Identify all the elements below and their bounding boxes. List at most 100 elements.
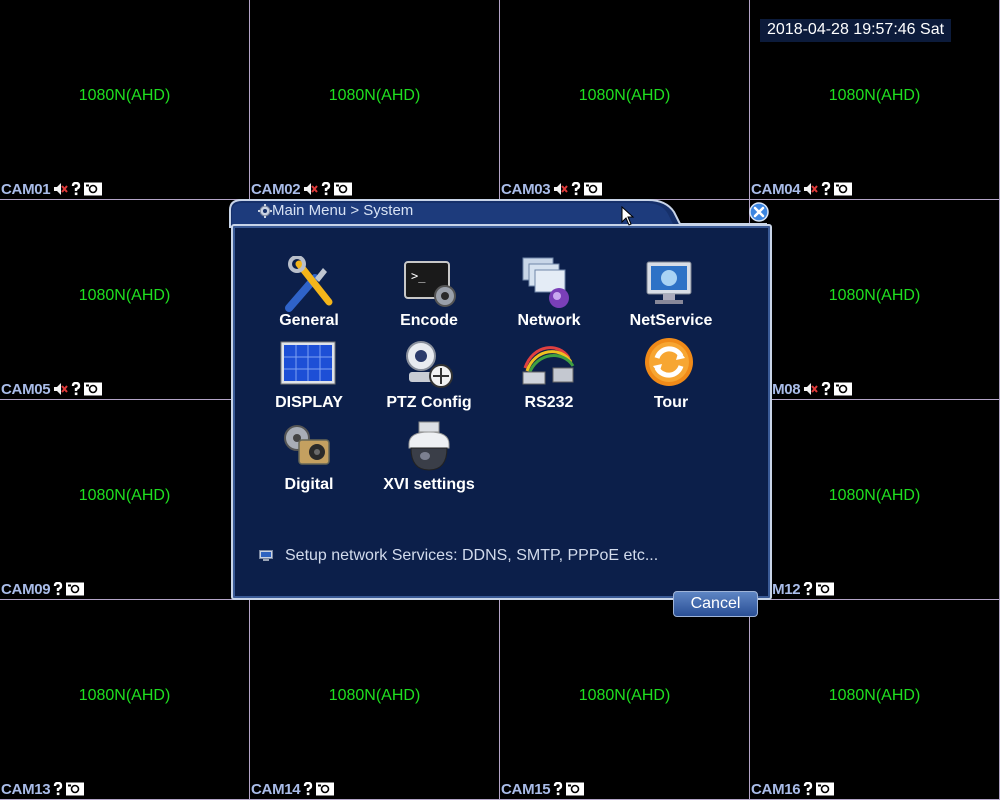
camera-icon	[566, 782, 585, 796]
hint-text: Setup network Services: DDNS, SMTP, PPPo…	[285, 547, 659, 564]
camera-label: CAM04	[751, 180, 853, 198]
menu-item-network[interactable]: Network	[489, 256, 609, 336]
ptz-camera-icon	[406, 341, 453, 388]
resolution-label: 1080N(AHD)	[78, 687, 171, 704]
camera-icon	[84, 182, 103, 196]
menu-item-label: PTZ Config	[386, 394, 472, 411]
camera-name: CAM13	[1, 780, 51, 798]
question-icon	[572, 182, 581, 196]
camera-icon	[834, 382, 853, 396]
menu-item-encode[interactable]: >_ Encode	[369, 256, 489, 336]
menu-item-label: RS232	[524, 394, 574, 411]
close-icon[interactable]	[749, 202, 769, 222]
camera-label: CAM01	[1, 180, 103, 198]
datetime-display: 2018-04-28 19:57:46 Sat	[760, 19, 952, 42]
camera-icon	[66, 782, 85, 796]
menu-item-tour[interactable]: Tour	[611, 338, 731, 418]
camera-label: CAM16	[751, 780, 835, 798]
monitor-icon	[259, 550, 273, 561]
camera-tile[interactable]: 1080N(AHD) CAM02	[250, 0, 500, 200]
menu-item-label: DISPLAY	[275, 394, 343, 411]
netservice-icon	[646, 261, 692, 304]
dialog-title: Main Menu > System	[272, 202, 414, 219]
resolution-label: 1080N(AHD)	[78, 287, 171, 304]
speaker-muted-icon	[304, 183, 319, 195]
encode-icon: >_	[404, 261, 456, 307]
camera-icon	[816, 582, 835, 596]
display-icon	[280, 341, 336, 385]
camera-tile[interactable]: 1080N(AHD) CAM15	[500, 600, 750, 800]
camera-icon	[66, 582, 85, 596]
cable-icon	[522, 346, 575, 385]
resolution-label: 1080N(AHD)	[578, 687, 671, 704]
dialog-body: General >_ Encode Network NetService DIS…	[231, 224, 772, 617]
menu-item-label: General	[279, 312, 339, 329]
menu-item-label: NetService	[629, 312, 713, 329]
resolution-label: 1080N(AHD)	[828, 687, 921, 704]
camera-icon	[84, 382, 103, 396]
digital-camera-icon	[284, 425, 330, 465]
question-icon	[304, 782, 313, 796]
dome-camera-icon	[408, 421, 450, 471]
gear-icon	[258, 204, 272, 218]
camera-label: CAM15	[501, 780, 585, 798]
camera-tile[interactable]: 1080N(AHD) CAM14	[250, 600, 500, 800]
menu-item-digital[interactable]: Digital	[249, 420, 369, 500]
camera-icon	[816, 782, 835, 796]
tools-icon	[285, 256, 333, 312]
resolution-label: 1080N(AHD)	[328, 87, 421, 104]
camera-label: CAM03	[501, 180, 603, 198]
menu-item-rs232[interactable]: RS232	[489, 338, 609, 418]
menu-item-label: Encode	[400, 312, 458, 329]
camera-name: CAM14	[251, 780, 301, 798]
camera-tile[interactable]: 1080N(AHD) CAM13	[0, 600, 250, 800]
cancel-button[interactable]: Cancel	[673, 591, 758, 617]
menu-item-label: Tour	[653, 394, 689, 411]
camera-tile[interactable]: 1080N(AHD) CAM12	[750, 400, 1000, 600]
camera-label: CAM05	[1, 380, 103, 398]
camera-label: CAM09	[1, 580, 85, 598]
menu-item-label: Digital	[284, 476, 334, 493]
camera-name: CAM16	[751, 780, 801, 798]
camera-name: CAM02	[251, 180, 301, 198]
resolution-label: 1080N(AHD)	[828, 287, 921, 304]
camera-tile[interactable]: 1080N(AHD) CAM05	[0, 200, 250, 400]
camera-tile[interactable]: 1080N(AHD) CAM01	[0, 0, 250, 200]
menu-item-general[interactable]: General	[249, 256, 369, 336]
menu-item-xvi-settings[interactable]: XVI settings	[369, 420, 489, 500]
question-icon	[322, 182, 331, 196]
camera-icon	[834, 182, 853, 196]
camera-name: CAM09	[1, 580, 51, 598]
speaker-muted-icon	[554, 183, 569, 195]
speaker-muted-icon	[804, 183, 819, 195]
question-icon	[554, 782, 563, 796]
camera-label: CAM13	[1, 780, 85, 798]
camera-icon	[316, 782, 335, 796]
status-hint: Setup network Services: DDNS, SMTP, PPPo…	[259, 547, 658, 565]
menu-item-ptz-config[interactable]: PTZ Config	[369, 338, 489, 418]
question-icon	[822, 382, 831, 396]
resolution-label: 1080N(AHD)	[78, 87, 171, 104]
resolution-label: 1080N(AHD)	[328, 687, 421, 704]
speaker-muted-icon	[54, 183, 69, 195]
camera-label: CAM02	[251, 180, 353, 198]
camera-tile[interactable]: 1080N(AHD) CAM09	[0, 400, 250, 600]
camera-tile[interactable]: 1080N(AHD) CAM03	[500, 0, 750, 200]
question-icon	[72, 182, 81, 196]
menu-item-netservice[interactable]: NetService	[611, 256, 731, 336]
resolution-label: 1080N(AHD)	[578, 87, 671, 104]
mouse-cursor-icon	[621, 206, 635, 226]
question-icon	[54, 782, 63, 796]
resolution-label: 1080N(AHD)	[828, 87, 921, 104]
camera-tile[interactable]: 1080N(AHD) CAM16	[750, 600, 1000, 800]
question-icon	[54, 582, 63, 596]
speaker-muted-icon	[54, 383, 69, 395]
menu-item-label: Network	[517, 312, 581, 329]
question-icon	[804, 582, 813, 596]
tour-icon	[645, 338, 693, 386]
camera-name: CAM04	[751, 180, 801, 198]
svg-text:>_: >_	[411, 269, 426, 283]
camera-tile[interactable]: 1080N(AHD) CAM08	[750, 200, 1000, 400]
menu-item-label: XVI settings	[383, 476, 475, 493]
menu-item-display[interactable]: DISPLAY	[249, 338, 369, 418]
